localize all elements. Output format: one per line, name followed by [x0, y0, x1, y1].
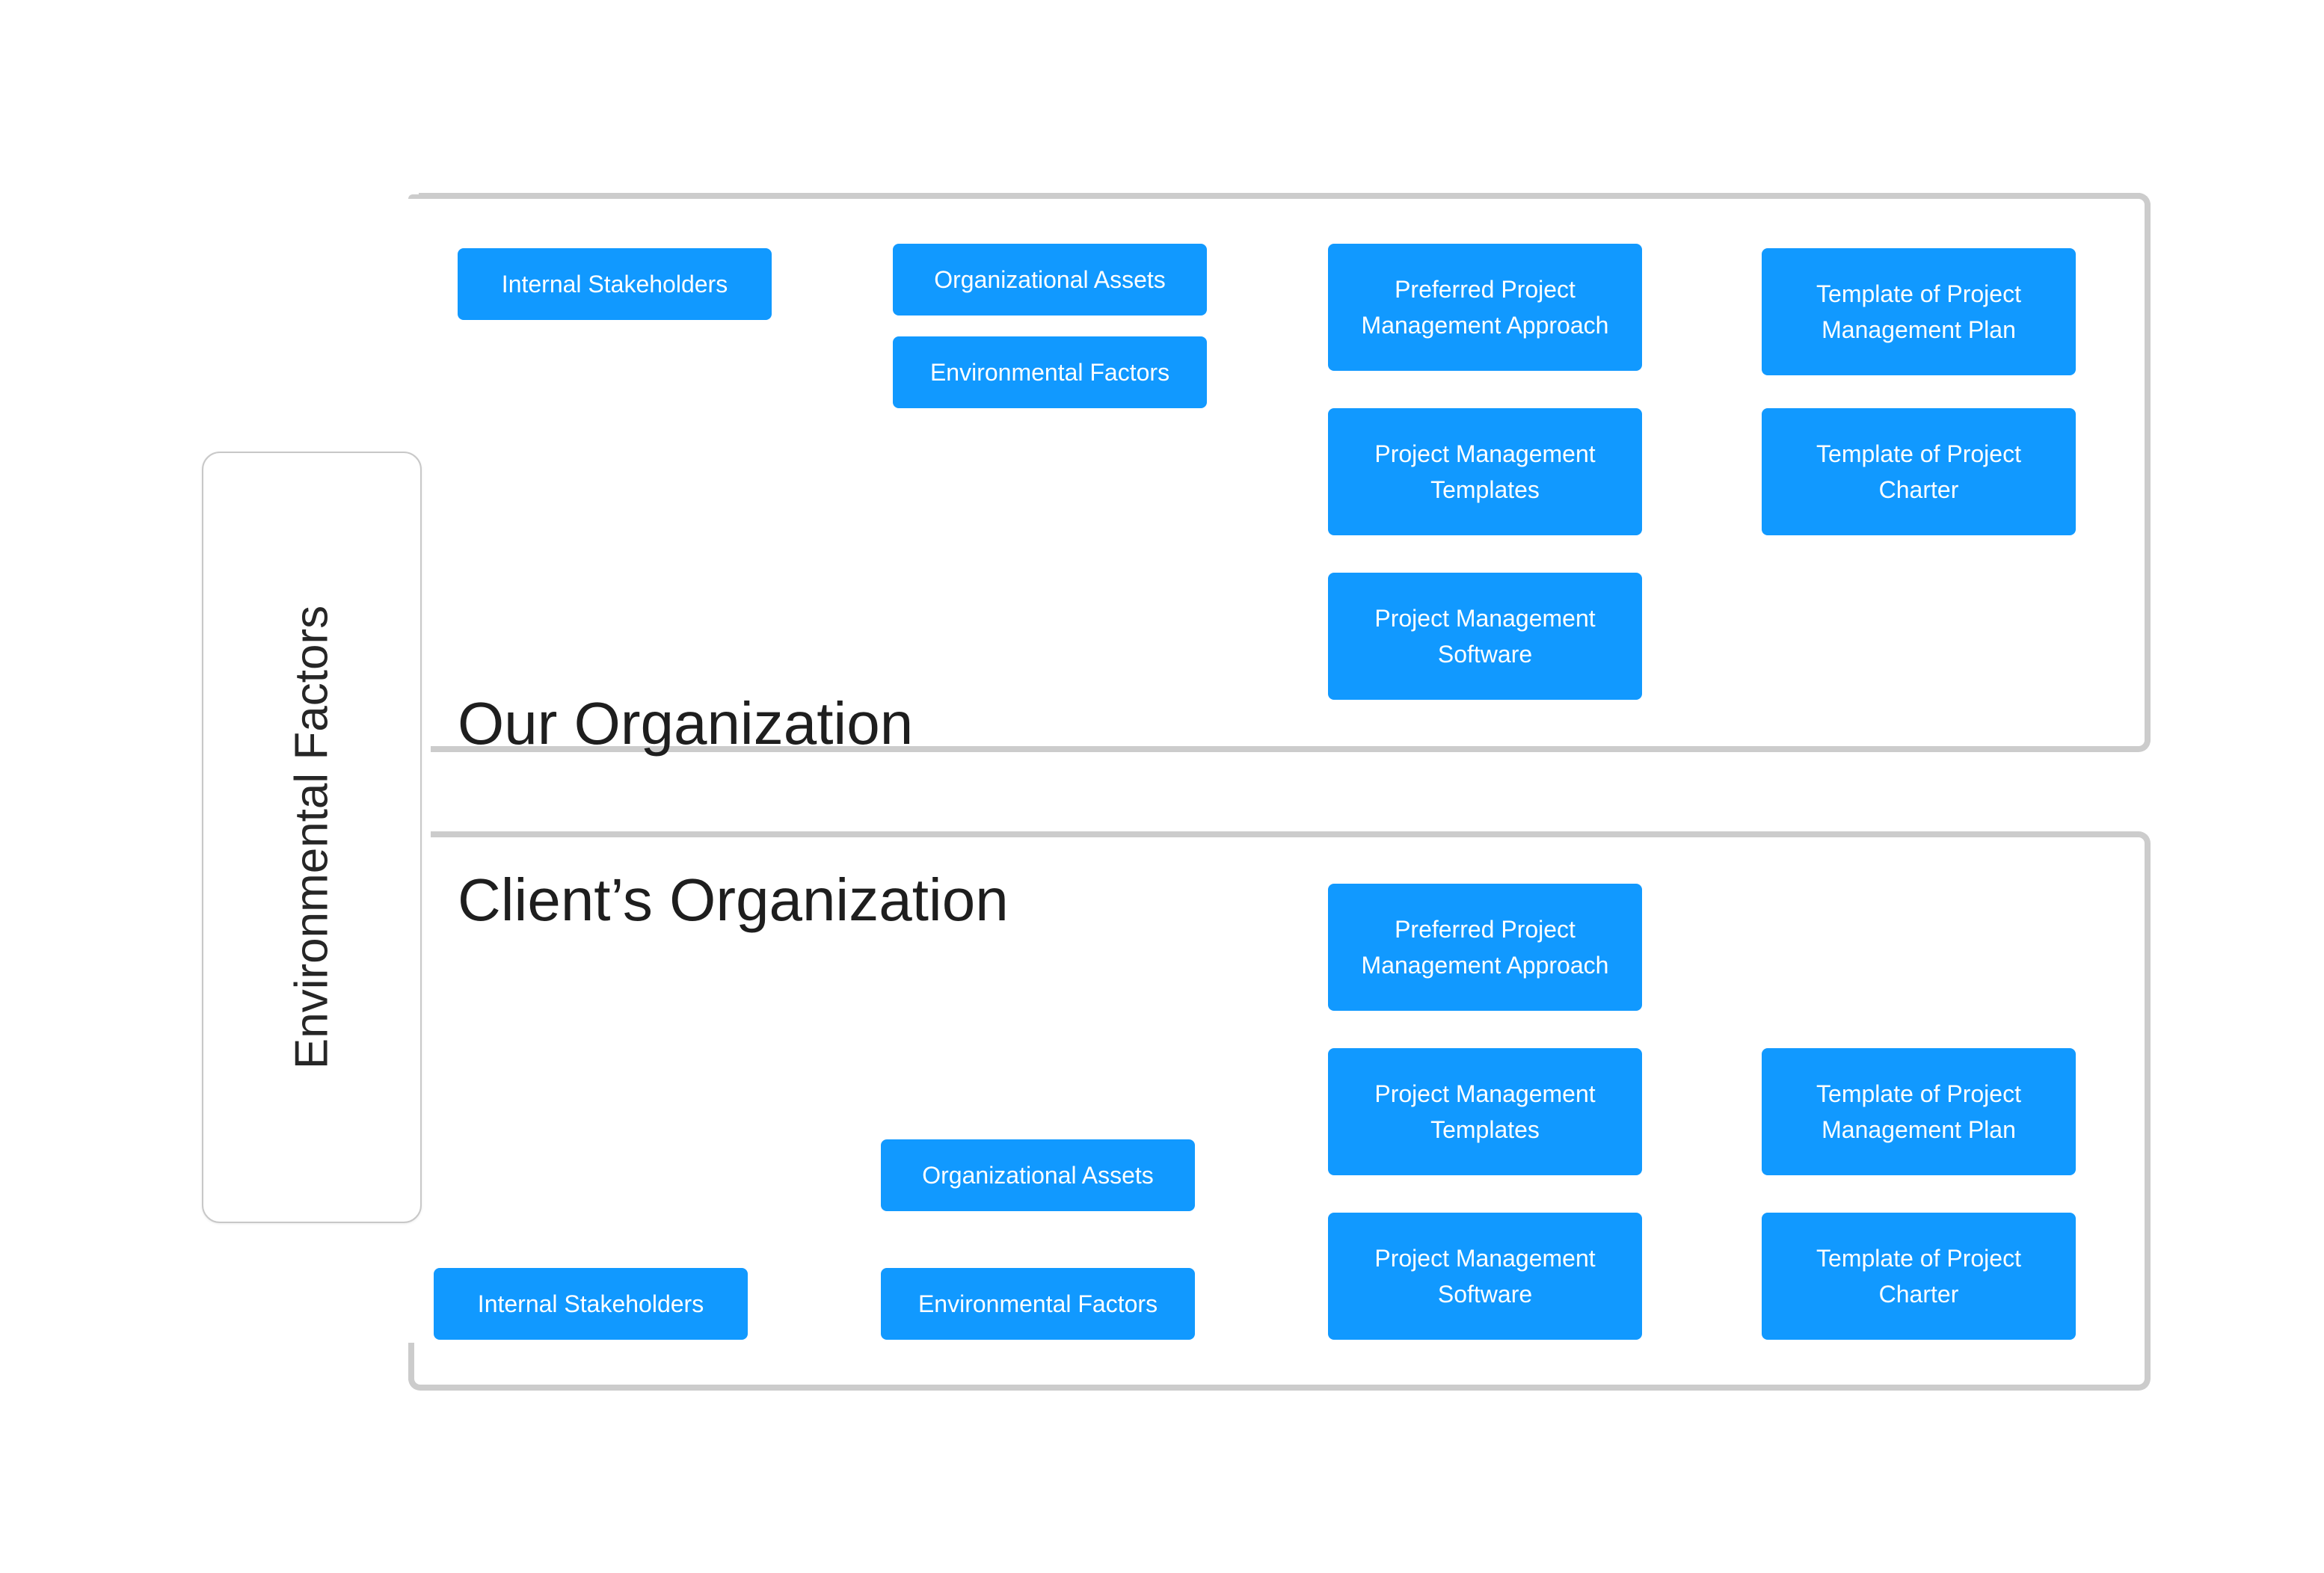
our-node-preferred-pm-approach[interactable]: Preferred Project Management Approach	[1328, 244, 1642, 371]
our-organization-frame-right	[2145, 203, 2151, 742]
environmental-factors-panel[interactable]: Environmental Factors	[202, 452, 422, 1223]
our-node-template-pm-plan[interactable]: Template of Project Management Plan	[1762, 248, 2076, 375]
our-organization-title: Our Organization	[458, 690, 914, 757]
clients-organization-title: Client’s Organization	[458, 866, 1009, 933]
our-node-environmental-factors[interactable]: Environmental Factors	[893, 336, 1207, 408]
clients-organization-frame-corner-tr	[2133, 831, 2151, 849]
our-node-pm-software[interactable]: Project Management Software	[1328, 573, 1642, 700]
our-node-internal-stakeholders[interactable]: Internal Stakeholders	[458, 248, 772, 320]
environmental-factors-panel-label: Environmental Factors	[286, 605, 338, 1070]
client-node-template-pm-plan[interactable]: Template of Project Management Plan	[1762, 1048, 2076, 1175]
our-organization-frame-top	[419, 193, 2140, 199]
clients-organization-frame-corner-bl	[408, 1373, 426, 1391]
client-node-internal-stakeholders[interactable]: Internal Stakeholders	[434, 1268, 748, 1340]
client-node-organizational-assets[interactable]: Organizational Assets	[881, 1139, 1195, 1211]
our-node-pm-templates[interactable]: Project Management Templates	[1328, 408, 1642, 535]
our-node-template-project-charter[interactable]: Template of Project Charter	[1762, 408, 2076, 535]
clients-organization-frame-top	[431, 831, 2139, 837]
client-node-environmental-factors[interactable]: Environmental Factors	[881, 1268, 1195, 1340]
client-node-template-project-charter[interactable]: Template of Project Charter	[1762, 1213, 2076, 1340]
client-node-pm-software[interactable]: Project Management Software	[1328, 1213, 1642, 1340]
our-node-organizational-assets[interactable]: Organizational Assets	[893, 244, 1207, 315]
clients-organization-frame-right	[2145, 848, 2151, 1379]
client-node-preferred-pm-approach[interactable]: Preferred Project Management Approach	[1328, 884, 1642, 1011]
clients-organization-frame-bottom	[423, 1385, 2136, 1391]
client-node-pm-templates[interactable]: Project Management Templates	[1328, 1048, 1642, 1175]
our-organization-frame-top-cap	[408, 194, 426, 199]
